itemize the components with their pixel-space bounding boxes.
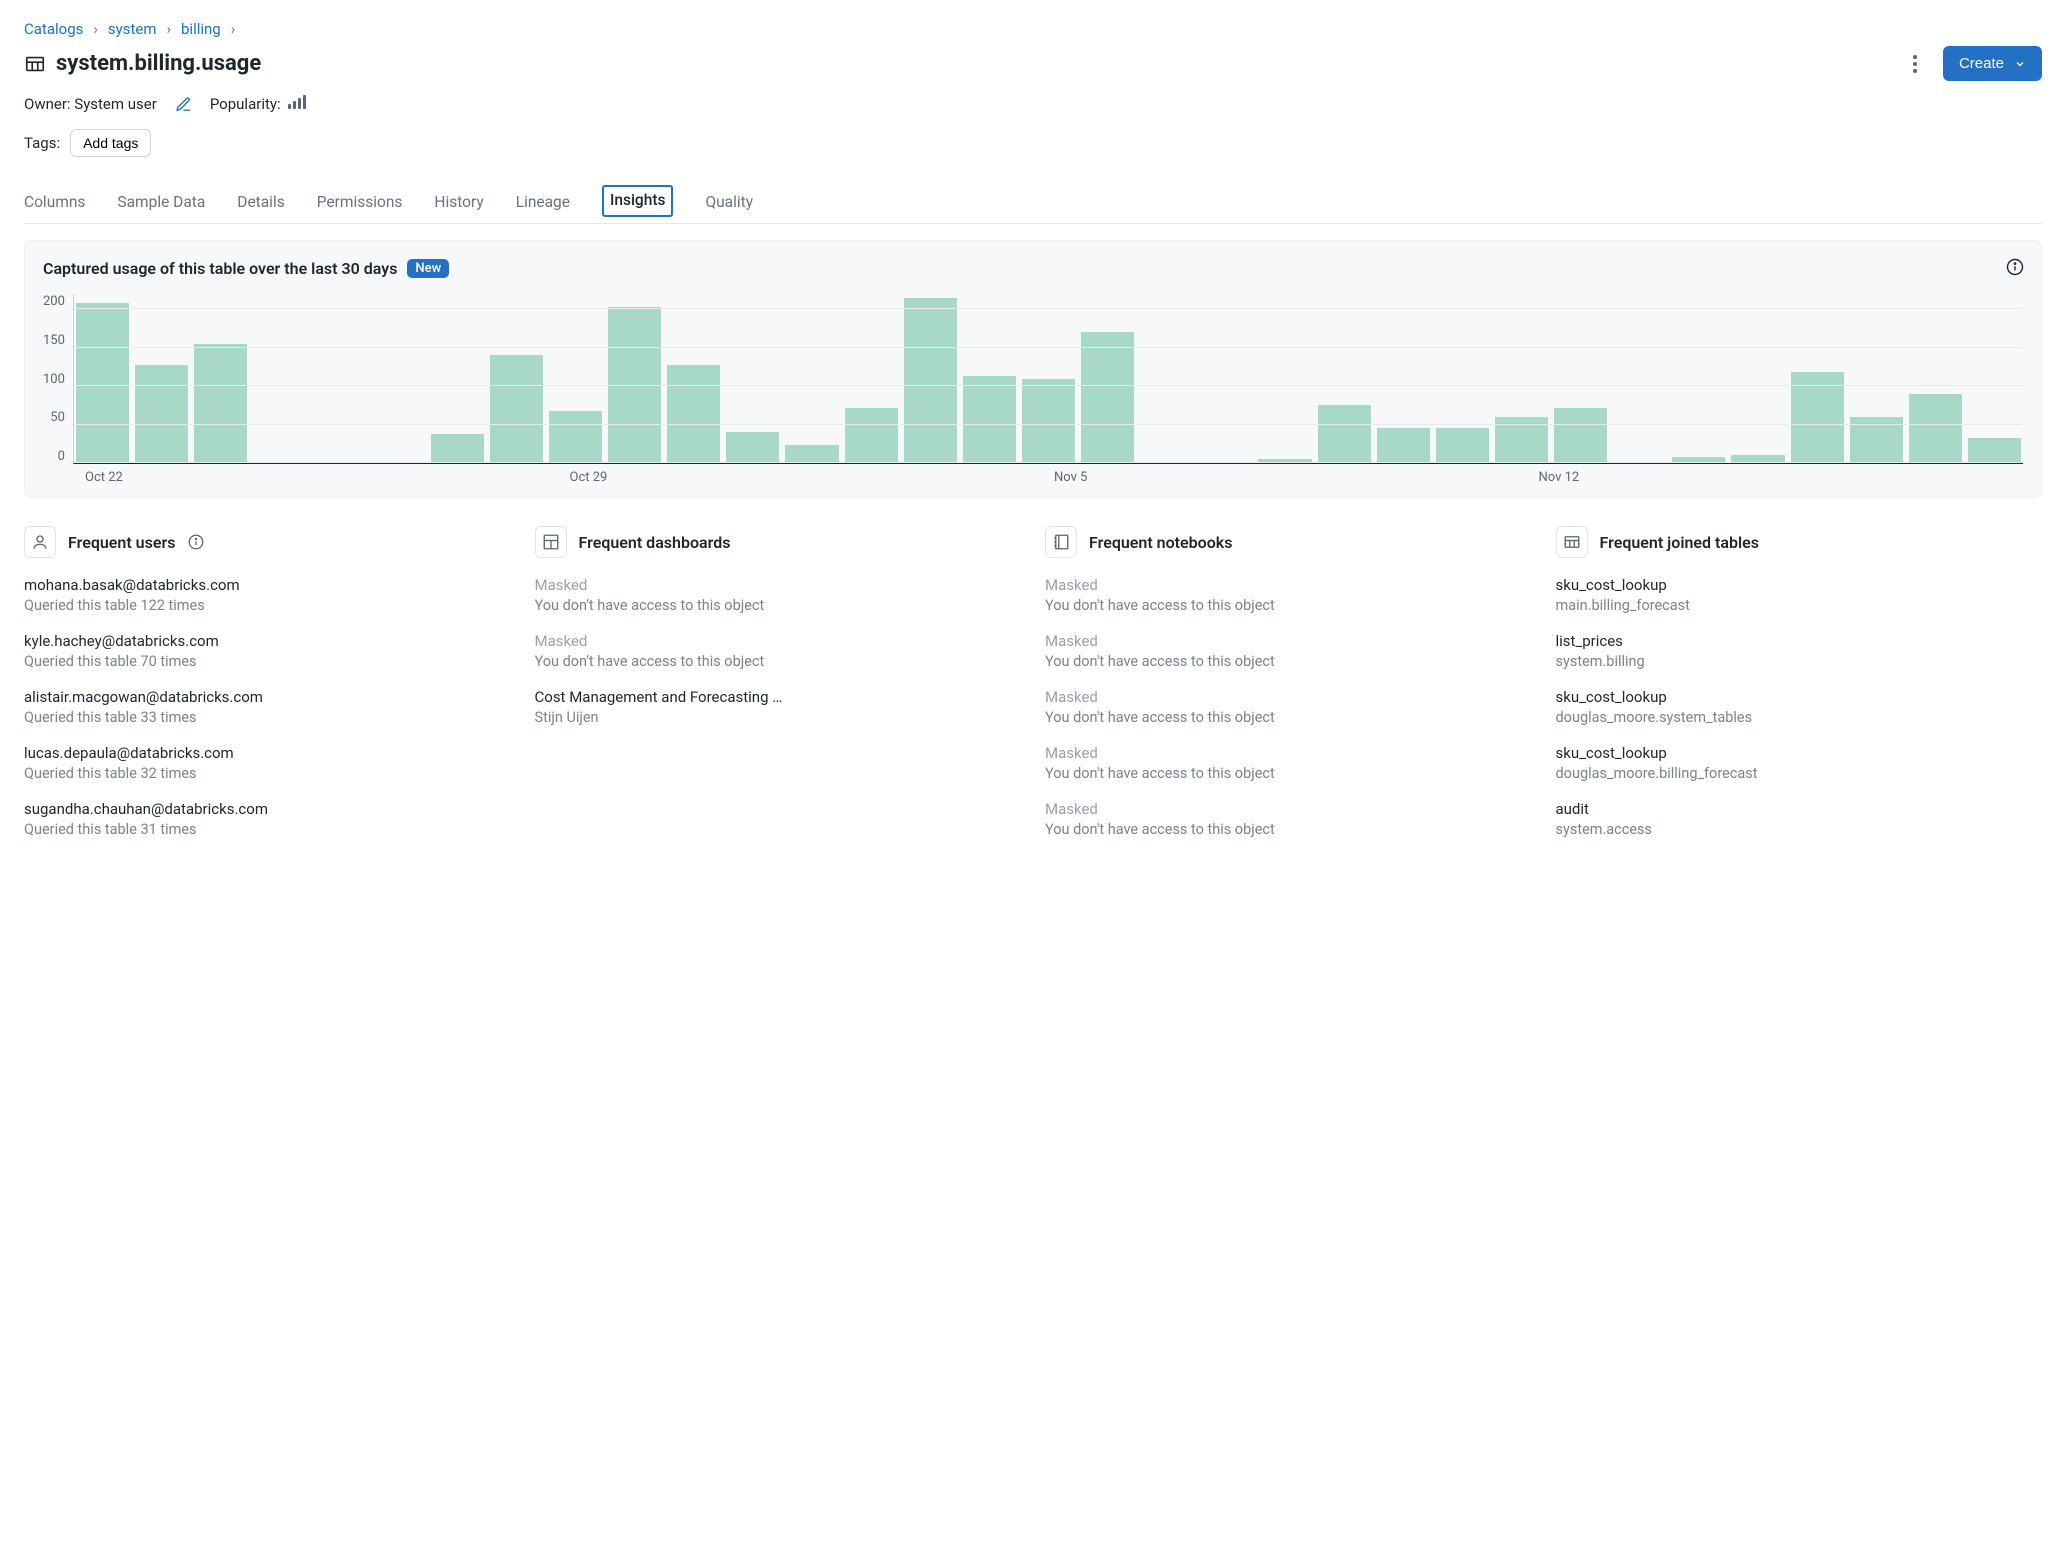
chart-bar[interactable]: [490, 355, 543, 463]
list-item[interactable]: sku_cost_lookupmain.billing_forecast: [1556, 576, 2043, 614]
list-item[interactable]: Cost Management and Forecasting …Stijn U…: [535, 688, 1022, 726]
list-item[interactable]: MaskedYou don't have access to this obje…: [1045, 800, 1532, 838]
breadcrumb: Catalogs › system › billing ›: [24, 20, 2042, 38]
chevron-down-icon: [2014, 58, 2026, 70]
chart-bar[interactable]: [1081, 332, 1134, 463]
tab-quality[interactable]: Quality: [705, 185, 753, 223]
info-icon[interactable]: [2005, 257, 2025, 277]
tab-sample-data[interactable]: Sample Data: [117, 185, 205, 223]
frequent-notebooks-column: Frequent notebooks MaskedYou don't have …: [1045, 526, 1532, 856]
list-item[interactable]: MaskedYou don't have access to this obje…: [1045, 744, 1532, 782]
frequent-dashboards-column: Frequent dashboards MaskedYou don't have…: [535, 526, 1022, 856]
tab-columns[interactable]: Columns: [24, 185, 85, 223]
frequent-joined-tables-title: Frequent joined tables: [1600, 533, 1759, 552]
list-item[interactable]: alistair.macgowan@databricks.comQueried …: [24, 688, 511, 726]
chevron-right-icon: ›: [166, 20, 171, 38]
chart-bar[interactable]: [667, 365, 720, 463]
popularity-label: Popularity:: [210, 95, 307, 113]
frequent-users-title: Frequent users: [68, 533, 175, 552]
popularity-bars-icon: [288, 95, 306, 109]
chart-bar[interactable]: [1377, 428, 1430, 463]
tab-lineage[interactable]: Lineage: [516, 185, 570, 223]
chart-bar[interactable]: [1554, 408, 1607, 463]
chart-bar[interactable]: [1022, 379, 1075, 464]
breadcrumb-system[interactable]: system: [108, 20, 157, 38]
chart-bar[interactable]: [904, 298, 957, 463]
list-item[interactable]: MaskedYou don't have access to this obje…: [1045, 576, 1532, 614]
info-icon[interactable]: [187, 533, 205, 551]
insights-heading: Captured usage of this table over the la…: [43, 259, 397, 278]
breadcrumb-billing[interactable]: billing: [181, 20, 221, 38]
frequent-joined-tables-column: Frequent joined tables sku_cost_lookupma…: [1556, 526, 2043, 856]
list-item[interactable]: MaskedYou don't have access to this obje…: [1045, 688, 1532, 726]
chart-bar[interactable]: [726, 432, 779, 463]
user-icon: [24, 526, 56, 558]
chart-bar[interactable]: [194, 344, 247, 463]
tab-details[interactable]: Details: [237, 185, 284, 223]
tab-permissions[interactable]: Permissions: [317, 185, 403, 223]
tabs: Columns Sample Data Details Permissions …: [24, 185, 2042, 224]
chart-bar[interactable]: [1968, 438, 2021, 463]
usage-chart: 200150100500: [43, 294, 2023, 464]
frequent-notebooks-title: Frequent notebooks: [1089, 533, 1232, 552]
chevron-right-icon: ›: [231, 20, 236, 38]
list-item[interactable]: kyle.hachey@databricks.comQueried this t…: [24, 632, 511, 670]
add-tags-button[interactable]: Add tags: [70, 129, 151, 157]
tags-label: Tags:: [24, 134, 60, 152]
list-item[interactable]: MaskedYou don't have access to this obje…: [535, 632, 1022, 670]
tab-history[interactable]: History: [434, 185, 483, 223]
frequent-dashboards-title: Frequent dashboards: [579, 533, 731, 552]
chart-bar[interactable]: [1436, 428, 1489, 463]
table-icon: [24, 53, 46, 75]
list-item[interactable]: auditsystem.access: [1556, 800, 2043, 838]
new-badge: New: [407, 259, 449, 278]
chart-bar[interactable]: [1909, 394, 1962, 463]
more-options-button[interactable]: [1903, 51, 1927, 77]
page-title: system.billing.usage: [56, 51, 261, 76]
list-item[interactable]: MaskedYou don't have access to this obje…: [535, 576, 1022, 614]
chevron-right-icon: ›: [93, 20, 98, 38]
chart-bar[interactable]: [1318, 405, 1371, 463]
owner-label: Owner: System user: [24, 95, 157, 113]
edit-owner-icon[interactable]: [175, 96, 192, 113]
list-item[interactable]: mohana.basak@databricks.comQueried this …: [24, 576, 511, 614]
chart-bar[interactable]: [785, 445, 838, 463]
frequent-users-column: Frequent users mohana.basak@databricks.c…: [24, 526, 511, 856]
create-button[interactable]: Create: [1943, 46, 2042, 81]
list-item[interactable]: lucas.depaula@databricks.comQueried this…: [24, 744, 511, 782]
chart-bar[interactable]: [135, 365, 188, 463]
list-item[interactable]: MaskedYou don't have access to this obje…: [1045, 632, 1532, 670]
list-item[interactable]: list_pricessystem.billing: [1556, 632, 2043, 670]
tab-insights[interactable]: Insights: [602, 185, 673, 217]
breadcrumb-catalogs[interactable]: Catalogs: [24, 20, 83, 38]
list-item[interactable]: sku_cost_lookupdouglas_moore.system_tabl…: [1556, 688, 2043, 726]
insights-card: Captured usage of this table over the la…: [24, 240, 2042, 498]
chart-bar[interactable]: [963, 376, 1016, 463]
dashboard-icon: [535, 526, 567, 558]
chart-bar[interactable]: [431, 434, 484, 463]
notebook-icon: [1045, 526, 1077, 558]
list-item[interactable]: sku_cost_lookupdouglas_moore.billing_for…: [1556, 744, 2043, 782]
list-item[interactable]: sugandha.chauhan@databricks.comQueried t…: [24, 800, 511, 838]
chart-bar[interactable]: [549, 411, 602, 463]
chart-bar[interactable]: [845, 408, 898, 463]
chart-bar[interactable]: [76, 303, 129, 463]
table-icon: [1556, 526, 1588, 558]
